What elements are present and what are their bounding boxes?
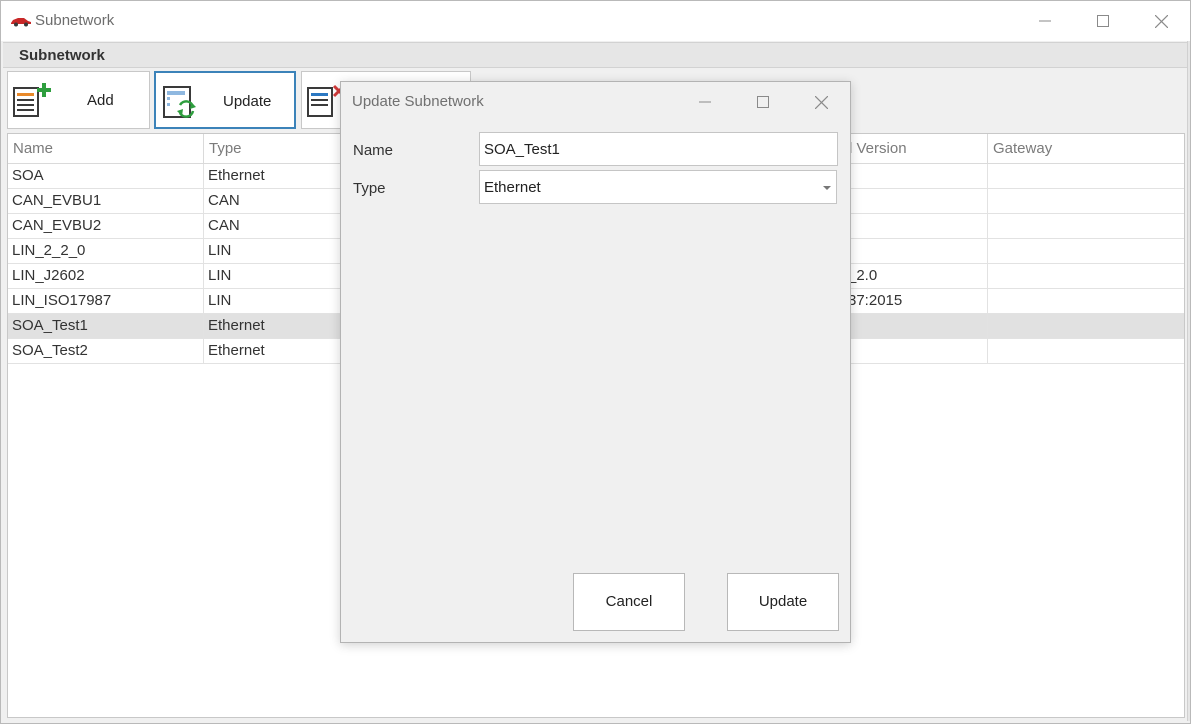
group-header: Subnetwork bbox=[3, 42, 1188, 68]
cell-gateway bbox=[988, 289, 1184, 314]
cell-gateway bbox=[988, 314, 1184, 339]
cell-gateway bbox=[988, 239, 1184, 264]
maximize-icon bbox=[757, 96, 769, 108]
column-header-gateway[interactable]: Gateway bbox=[988, 134, 1184, 164]
cell-gateway bbox=[988, 189, 1184, 214]
minimize-icon bbox=[1039, 20, 1051, 22]
refresh-list-icon bbox=[163, 86, 196, 118]
name-field[interactable] bbox=[479, 132, 838, 166]
minimize-button[interactable] bbox=[1016, 1, 1074, 41]
add-list-icon bbox=[13, 83, 51, 117]
update-toolbar-button[interactable]: Update bbox=[154, 71, 296, 129]
cell-version: 37:2015 bbox=[844, 289, 988, 314]
name-label: Name bbox=[353, 142, 394, 159]
cell-version: _2.0 bbox=[844, 264, 988, 289]
update-button[interactable]: Update bbox=[727, 573, 839, 631]
minimize-icon bbox=[699, 101, 711, 103]
cell-gateway bbox=[988, 164, 1184, 189]
cell-name: CAN_EVBU2 bbox=[8, 214, 204, 239]
title-bar: Subnetwork bbox=[1, 1, 1190, 41]
add-button-label: Add bbox=[87, 92, 114, 109]
cell-version bbox=[844, 239, 988, 264]
column-header-version[interactable]: l Version bbox=[844, 134, 988, 164]
cell-name: LIN_J2602 bbox=[8, 264, 204, 289]
cell-gateway bbox=[988, 339, 1184, 364]
maximize-icon bbox=[1097, 15, 1109, 27]
cell-name: LIN_2_2_0 bbox=[8, 239, 204, 264]
update-subnetwork-dialog: Update Subnetwork Name Type Ethernet Can… bbox=[340, 81, 851, 643]
type-select[interactable]: Ethernet bbox=[479, 170, 837, 204]
dialog-maximize-button[interactable] bbox=[734, 82, 792, 122]
cell-name: CAN_EVBU1 bbox=[8, 189, 204, 214]
cell-version bbox=[844, 164, 988, 189]
type-label: Type bbox=[353, 180, 386, 197]
cancel-button[interactable]: Cancel bbox=[573, 573, 685, 631]
cell-version bbox=[844, 189, 988, 214]
cell-version bbox=[844, 339, 988, 364]
maximize-button[interactable] bbox=[1074, 1, 1132, 41]
subnetwork-window: Subnetwork Subnetwork Add Update Name Ty… bbox=[0, 0, 1191, 724]
window-title: Subnetwork bbox=[35, 12, 115, 29]
group-header-title: Subnetwork bbox=[19, 47, 105, 64]
cell-name: SOA_Test1 bbox=[8, 314, 204, 339]
column-header-name[interactable]: Name bbox=[8, 134, 204, 164]
cell-gateway bbox=[988, 214, 1184, 239]
scrollbar-edge bbox=[1187, 41, 1190, 721]
update-toolbar-label: Update bbox=[223, 93, 272, 110]
cell-version bbox=[844, 314, 988, 339]
cell-name: LIN_ISO17987 bbox=[8, 289, 204, 314]
cell-gateway bbox=[988, 264, 1184, 289]
dialog-close-button[interactable] bbox=[792, 82, 850, 122]
close-icon bbox=[1154, 14, 1168, 28]
cell-version bbox=[844, 214, 988, 239]
dialog-minimize-button[interactable] bbox=[676, 82, 734, 122]
type-select-value: Ethernet bbox=[484, 179, 541, 196]
cell-name: SOA bbox=[8, 164, 204, 189]
close-icon bbox=[814, 95, 828, 109]
cell-name: SOA_Test2 bbox=[8, 339, 204, 364]
dialog-title: Update Subnetwork bbox=[352, 93, 484, 110]
add-button[interactable]: Add bbox=[7, 71, 150, 129]
chevron-down-icon[interactable] bbox=[823, 186, 831, 190]
close-button[interactable] bbox=[1132, 1, 1190, 41]
car-icon bbox=[11, 18, 31, 27]
